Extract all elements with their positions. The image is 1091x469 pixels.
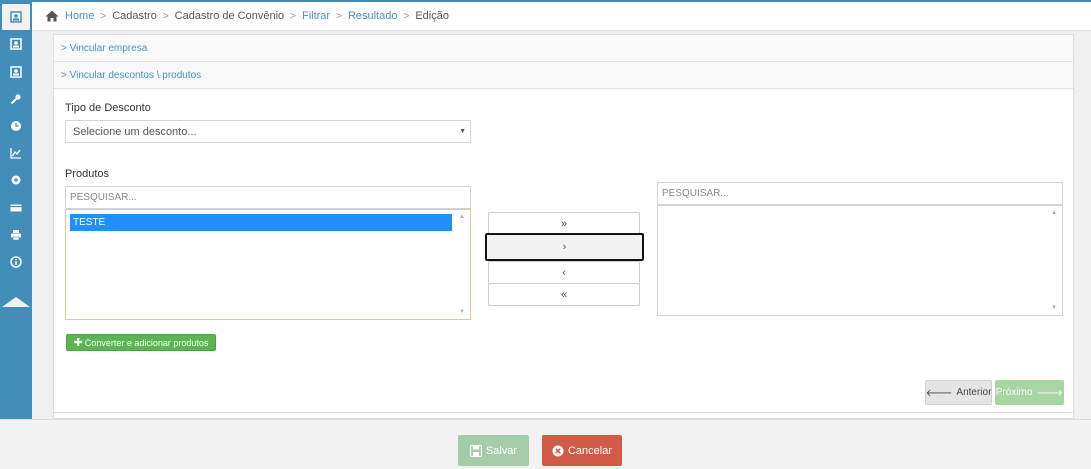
breadcrumb-home[interactable]: Home <box>65 10 94 22</box>
contact-card-icon <box>10 11 22 23</box>
sidebar-item-card[interactable] <box>0 195 32 221</box>
move-left-button[interactable]: ‹ <box>488 261 640 284</box>
sidebar-item-chart[interactable] <box>0 140 32 166</box>
breadcrumb-resultado[interactable]: Resultado <box>348 10 398 22</box>
proximo-label: Próximo <box>995 387 1033 398</box>
move-all-right-button[interactable]: » <box>488 212 640 235</box>
breadcrumb-separator: > <box>100 10 107 22</box>
info-icon <box>10 256 22 268</box>
sidebar-item-key[interactable] <box>0 86 32 112</box>
clock-icon <box>11 121 21 131</box>
breadcrumb-separator: > <box>162 10 169 22</box>
tipo-desconto-value: Selecione um desconto... <box>73 125 197 138</box>
proximo-button[interactable]: Próximo 🡒 <box>995 380 1064 405</box>
salvar-label: Salvar <box>485 444 518 457</box>
footer-actions: Salvar Cancelar <box>0 419 1091 469</box>
sidebar <box>0 2 32 419</box>
breadcrumb-filtrar[interactable]: Filtrar <box>302 10 330 22</box>
converter-label: Converter e adicionar produtos <box>84 337 209 348</box>
area-chart-icon <box>10 148 21 159</box>
list-item[interactable]: TESTE <box>70 214 452 231</box>
sidebar-collapse-icon[interactable] <box>0 295 32 309</box>
sidebar-item-contacts-3[interactable] <box>0 59 32 85</box>
salvar-button[interactable]: Salvar <box>458 435 529 466</box>
anterior-label: Anterior <box>956 387 992 398</box>
search-available-input[interactable] <box>65 186 471 209</box>
breadcrumb: Home > Cadastro > Cadastro de Convênio >… <box>32 2 1091 31</box>
scrollbar[interactable]: ▲ ▼ <box>1047 206 1062 315</box>
accordion-vincular-descontos[interactable]: > Vincular descontos \ produtos <box>54 62 1073 89</box>
available-products-list[interactable]: TESTE ▲ ▼ <box>65 209 471 320</box>
scroll-up-icon[interactable]: ▲ <box>1051 210 1057 216</box>
contact-card-icon <box>10 38 22 50</box>
scroll-down-icon[interactable]: ▼ <box>1051 305 1057 311</box>
key-icon <box>10 94 21 105</box>
tipo-desconto-label: Tipo de Desconto <box>65 102 151 114</box>
contact-card-icon <box>10 66 22 78</box>
caret-down-icon: ▼ <box>459 128 466 135</box>
breadcrumb-cadastro-convenio: Cadastro de Convênio <box>174 10 285 22</box>
cog-icon <box>11 175 21 185</box>
accordion-vincular-empresa[interactable]: > Vincular empresa <box>54 35 1073 62</box>
move-right-button[interactable]: › <box>485 233 644 261</box>
converter-adicionar-button[interactable]: ✚ Converter e adicionar produtos <box>66 334 216 351</box>
breadcrumb-separator: > <box>290 10 296 22</box>
accordion-body-descontos: Tipo de Desconto Selecione um desconto..… <box>54 90 1073 413</box>
sidebar-item-info[interactable] <box>0 249 32 275</box>
floppy-disk-icon <box>469 444 482 457</box>
cancelar-button[interactable]: Cancelar <box>542 435 622 466</box>
times-circle-icon <box>552 445 564 456</box>
credit-card-icon <box>10 204 22 212</box>
search-selected-input[interactable] <box>657 182 1063 205</box>
main-content: > Vincular empresa > Vincular descontos … <box>32 31 1091 419</box>
sidebar-item-contacts-2[interactable] <box>0 31 32 57</box>
breadcrumb-separator: > <box>403 10 410 22</box>
scrollbar[interactable]: ▲ ▼ <box>455 210 470 319</box>
sidebar-item-clock[interactable] <box>0 113 32 139</box>
print-icon <box>11 230 21 241</box>
accordion-panel: > Vincular empresa > Vincular descontos … <box>53 34 1074 419</box>
anterior-button[interactable]: 🡐 Anterior <box>925 380 992 405</box>
cancelar-label: Cancelar <box>567 444 613 457</box>
move-all-left-button[interactable]: « <box>488 283 640 306</box>
tipo-desconto-select[interactable]: Selecione um desconto... ▼ <box>65 120 471 143</box>
sidebar-item-print[interactable] <box>0 222 32 248</box>
scroll-up-icon[interactable]: ▲ <box>459 214 465 220</box>
home-icon <box>45 10 59 22</box>
breadcrumb-separator: > <box>336 10 342 22</box>
scroll-down-icon[interactable]: ▼ <box>459 309 465 315</box>
plus-icon: ✚ <box>73 337 83 349</box>
selected-products-list[interactable]: ▲ ▼ <box>657 205 1063 316</box>
arrow-left-icon: 🡐 <box>925 387 953 399</box>
arrow-right-icon: 🡒 <box>1036 387 1064 399</box>
breadcrumb-current: Edição <box>415 10 449 22</box>
sidebar-item-contacts[interactable] <box>2 4 30 30</box>
sidebar-item-settings[interactable] <box>0 167 32 193</box>
breadcrumb-cadastro: Cadastro <box>112 10 157 22</box>
produtos-label: Produtos <box>65 168 110 180</box>
